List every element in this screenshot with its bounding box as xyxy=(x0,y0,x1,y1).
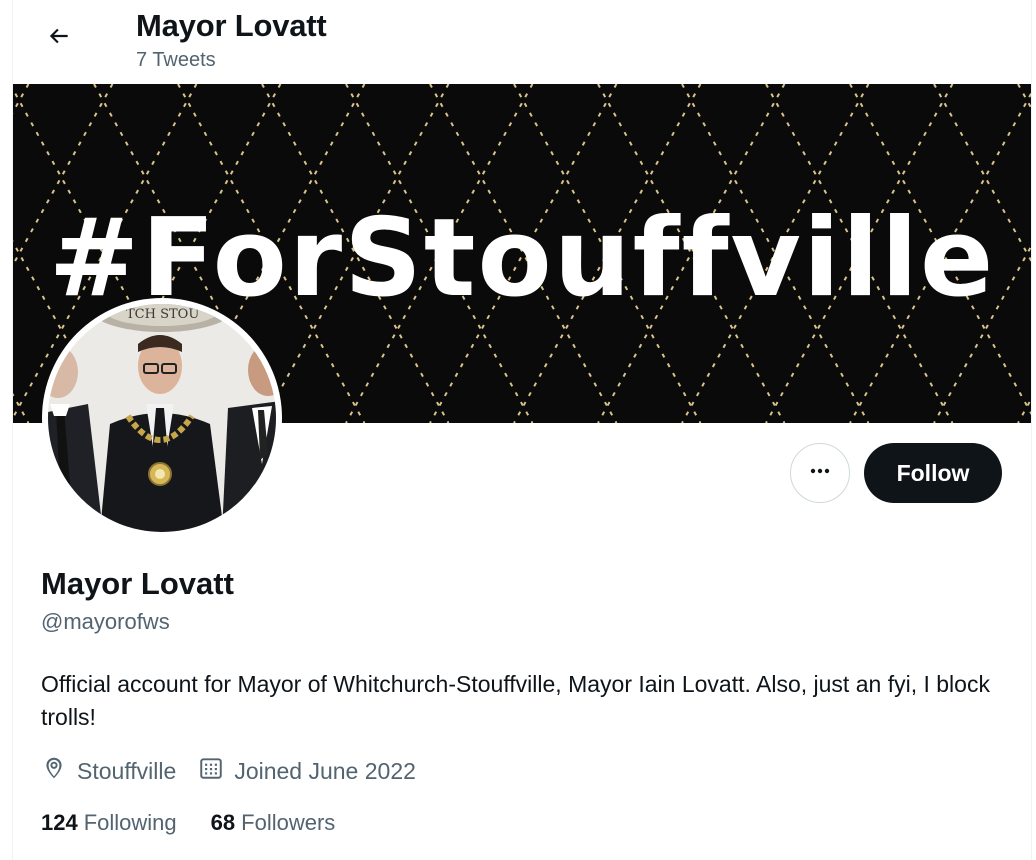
profile-stats: 124 Following 68 Followers xyxy=(41,810,369,836)
joined-text: Joined June 2022 xyxy=(234,757,416,784)
more-horizontal-icon xyxy=(808,459,832,488)
avatar-photo: TCH STOU xyxy=(48,304,276,532)
seal-text: TCH STOU xyxy=(126,307,199,322)
profile-name: Mayor Lovatt xyxy=(41,566,234,601)
calendar-icon xyxy=(198,755,234,787)
avatar[interactable]: TCH STOU xyxy=(42,298,282,538)
location-item: Stouffville xyxy=(41,755,176,787)
profile-meta: Stouffville Joined June 2022 xyxy=(41,755,438,787)
following-link[interactable]: 124 Following xyxy=(41,810,177,836)
followers-link[interactable]: 68 Followers xyxy=(211,810,336,836)
followers-label: Followers xyxy=(241,810,336,835)
more-options-button[interactable] xyxy=(790,443,850,503)
following-count: 124 xyxy=(41,810,78,835)
profile-column: Mayor Lovatt 7 Tweets #ForStouffville TC… xyxy=(12,0,1032,860)
followers-count: 68 xyxy=(210,810,236,835)
arrow-left-icon xyxy=(46,23,72,54)
location-text: Stouffville xyxy=(77,757,177,784)
tweet-count: 7 Tweets xyxy=(136,49,216,71)
joined-item: Joined June 2022 xyxy=(198,755,416,787)
following-label: Following xyxy=(83,810,177,835)
header-title: Mayor Lovatt xyxy=(136,8,327,43)
follow-button[interactable]: Follow xyxy=(864,443,1002,503)
profile-bio: Official account for Mayor of Whitchurch… xyxy=(41,671,990,730)
back-button[interactable] xyxy=(37,16,81,60)
profile-header: Mayor Lovatt 7 Tweets xyxy=(13,0,1031,84)
location-pin-icon xyxy=(41,755,77,787)
profile-handle: @mayorofws xyxy=(41,609,170,634)
